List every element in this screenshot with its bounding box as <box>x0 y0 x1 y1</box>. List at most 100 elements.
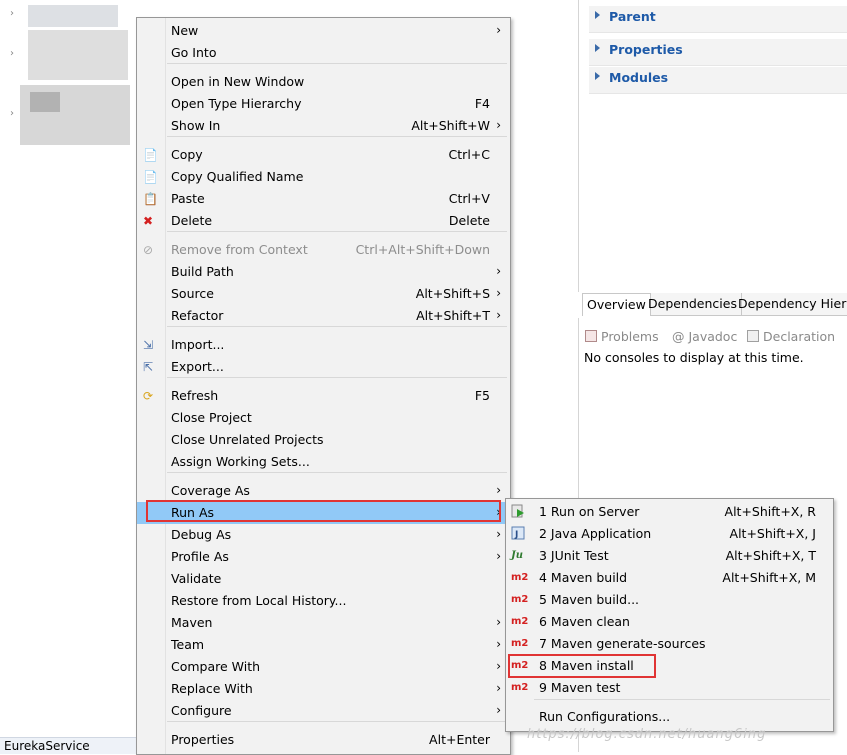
copy-qualified-icon: 📄 <box>143 170 158 184</box>
refresh-icon: ⟳ <box>143 389 154 403</box>
submenu-item-9-maven-test[interactable]: m2 9 Maven test <box>506 677 833 699</box>
menu-item-copy[interactable]: 📄 Copy Ctrl+C <box>137 144 510 166</box>
submenu-item-4-maven-build[interactable]: m2 4 Maven build Alt+Shift+X, M <box>506 567 833 589</box>
menu-item-debug-as[interactable]: Debug As › <box>137 524 510 546</box>
delete-icon: ✖ <box>143 214 154 228</box>
menu-item-validate[interactable]: Validate <box>137 568 510 590</box>
chevron-right-icon: › <box>496 615 501 629</box>
menu-item-build-path[interactable]: Build Path › <box>137 261 510 283</box>
maven-icon: m2 <box>511 572 529 583</box>
expand-arrow-icon[interactable]: › <box>10 108 14 119</box>
menu-item-copy-qualified-name[interactable]: 📄 Copy Qualified Name <box>137 166 510 188</box>
export-icon: ⇱ <box>143 360 154 374</box>
junit-icon: Ju <box>511 550 524 561</box>
submenu-item-run-configurations[interactable]: Run Configurations... <box>506 706 833 728</box>
menu-item-refactor[interactable]: Refactor Alt+Shift+T › <box>137 305 510 327</box>
watermark: https://blog.csdn.net/huang6ing <box>527 727 767 742</box>
submenu-item-3-junit-test[interactable]: Ju 3 JUnit Test Alt+Shift+X, T <box>506 545 833 567</box>
section-parent[interactable]: Parent <box>589 6 847 33</box>
maven-icon: m2 <box>511 594 529 605</box>
section-modules[interactable]: Modules <box>589 67 847 94</box>
menu-item-source[interactable]: Source Alt+Shift+S › <box>137 283 510 305</box>
menu-item-new[interactable]: New › <box>137 20 510 42</box>
menu-item-refresh[interactable]: ⟳ Refresh F5 <box>137 385 510 407</box>
tab-problems[interactable]: Problems <box>585 329 659 344</box>
chevron-right-icon: › <box>496 483 501 497</box>
menu-item-import[interactable]: ⇲ Import... <box>137 334 510 356</box>
chevron-right-icon: › <box>496 681 501 695</box>
submenu-item-7-maven-generate-sources[interactable]: m2 7 Maven generate-sources <box>506 633 833 655</box>
problems-icon <box>585 330 597 342</box>
console-message: No consoles to display at this time. <box>584 350 804 365</box>
menu-item-open-type-hierarchy[interactable]: Open Type Hierarchy F4 <box>137 93 510 115</box>
menu-item-go-into[interactable]: Go Into <box>137 42 510 64</box>
context-menu: New › Go Into Open in New Window Open Type H… <box>136 17 511 755</box>
menu-separator <box>534 699 830 700</box>
tab-javadoc[interactable]: @ Javadoc <box>672 329 737 344</box>
remove-context-icon: ⊘ <box>143 243 154 257</box>
chevron-right-icon: › <box>496 703 501 717</box>
submenu-item-8-maven-install[interactable]: m2 8 Maven install <box>506 655 833 677</box>
copy-icon: 📄 <box>143 148 158 162</box>
java-app-icon: J <box>511 526 527 542</box>
chevron-right-icon: › <box>496 549 501 563</box>
maven-icon: m2 <box>511 616 529 627</box>
run-as-submenu: 1 Run on Server Alt+Shift+X, RJ2 Java App… <box>505 498 834 732</box>
tab-overview[interactable]: Overview <box>582 293 651 316</box>
menu-item-close-unrelated-projects[interactable]: Close Unrelated Projects <box>137 429 510 451</box>
menu-item-properties[interactable]: Properties Alt+Enter <box>137 729 510 751</box>
console-tabs: Problems @ Javadoc Declaration <box>582 326 847 348</box>
maven-icon: m2 <box>511 638 529 649</box>
submenu-item-5-maven-build[interactable]: m2 5 Maven build... <box>506 589 833 611</box>
menu-item-open-in-new-window[interactable]: Open in New Window <box>137 71 510 93</box>
chevron-right-icon: › <box>496 637 501 651</box>
menu-item-close-project[interactable]: Close Project <box>137 407 510 429</box>
menu-item-compare-with[interactable]: Compare With › <box>137 656 510 678</box>
menu-item-delete[interactable]: ✖ Delete Delete <box>137 210 510 232</box>
svg-text:J: J <box>514 530 518 540</box>
chevron-right-icon <box>595 44 600 52</box>
tab-dependencies[interactable]: Dependencies <box>644 293 742 315</box>
expand-arrow-icon[interactable]: › <box>10 8 14 19</box>
chevron-right-icon: › <box>496 264 501 278</box>
maven-icon: m2 <box>511 660 529 671</box>
menu-item-assign-working-sets[interactable]: Assign Working Sets... <box>137 451 510 473</box>
chevron-right-icon: › <box>496 505 501 519</box>
run-server-icon <box>511 504 527 520</box>
chevron-right-icon: › <box>496 659 501 673</box>
submenu-item-2-java-application[interactable]: J2 Java Application Alt+Shift+X, J <box>506 523 833 545</box>
menu-item-export[interactable]: ⇱ Export... <box>137 356 510 378</box>
pom-editor-panel: Parent Properties Modules <box>578 0 847 292</box>
menu-item-show-in[interactable]: Show In Alt+Shift+W › <box>137 115 510 137</box>
maven-icon: m2 <box>511 682 529 693</box>
section-properties[interactable]: Properties <box>589 39 847 66</box>
chevron-right-icon: › <box>496 118 501 132</box>
chevron-right-icon <box>595 72 600 80</box>
menu-item-configure[interactable]: Configure › <box>137 700 510 722</box>
project-label[interactable]: EurekaService <box>0 737 140 754</box>
chevron-right-icon: › <box>496 286 501 300</box>
menu-item-team[interactable]: Team › <box>137 634 510 656</box>
menu-item-coverage-as[interactable]: Coverage As › <box>137 480 510 502</box>
menu-item-replace-with[interactable]: Replace With › <box>137 678 510 700</box>
menu-item-profile-as[interactable]: Profile As › <box>137 546 510 568</box>
chevron-right-icon: › <box>496 527 501 541</box>
tab-declaration[interactable]: Declaration <box>747 329 835 344</box>
chevron-right-icon: › <box>496 23 501 37</box>
chevron-right-icon: › <box>496 308 501 322</box>
import-icon: ⇲ <box>143 338 154 352</box>
declaration-icon <box>747 330 759 342</box>
menu-item-maven[interactable]: Maven › <box>137 612 510 634</box>
expand-arrow-icon[interactable]: › <box>10 48 14 59</box>
menu-item-paste[interactable]: 📋 Paste Ctrl+V <box>137 188 510 210</box>
paste-icon: 📋 <box>143 192 158 206</box>
project-explorer: › › › <box>0 0 136 753</box>
menu-item-restore-from-local-history[interactable]: Restore from Local History... <box>137 590 510 612</box>
submenu-item-1-run-on-server[interactable]: 1 Run on Server Alt+Shift+X, R <box>506 501 833 523</box>
menu-item-run-as[interactable]: Run As › <box>137 502 510 524</box>
chevron-right-icon <box>595 11 600 19</box>
editor-tabs: Overview Dependencies Dependency Hierar <box>582 293 847 316</box>
tab-dependency-hierarchy[interactable]: Dependency Hierar <box>734 293 847 315</box>
menu-item-remove-from-context[interactable]: ⊘ Remove from Context Ctrl+Alt+Shift+Down <box>137 239 510 261</box>
submenu-item-6-maven-clean[interactable]: m2 6 Maven clean <box>506 611 833 633</box>
